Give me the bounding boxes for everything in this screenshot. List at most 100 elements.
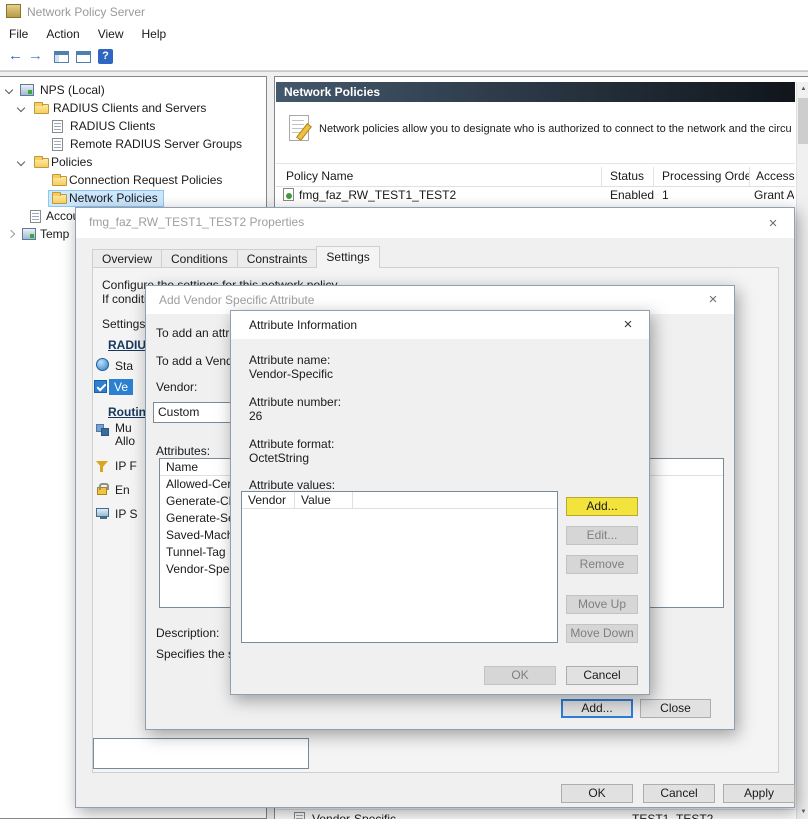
show-console-tree-button[interactable] — [54, 51, 69, 63]
help-button[interactable]: ? — [98, 49, 113, 64]
close-icon[interactable]: × — [620, 316, 636, 333]
cancel-button[interactable]: Cancel — [566, 666, 638, 685]
vendor-select-value: Custom — [158, 405, 199, 419]
tab-overview[interactable]: Overview — [92, 249, 162, 268]
chevron-right-icon[interactable] — [7, 230, 15, 238]
setting-value-cell: TEST1_TEST2 — [632, 812, 713, 819]
dialog-title: Attribute Information — [249, 318, 357, 332]
scroll-thumb[interactable] — [798, 98, 808, 144]
tree-item-policies[interactable]: Policies — [0, 154, 265, 172]
tree-item-connection-request-policies[interactable]: Connection Request Policies — [0, 172, 265, 190]
lock-icon — [97, 487, 107, 495]
tree-item-network-policies[interactable]: Network Policies — [0, 190, 265, 208]
column-header-policy-name[interactable]: Policy Name — [276, 167, 602, 186]
chevron-down-icon[interactable] — [17, 158, 25, 166]
close-icon[interactable]: × — [705, 291, 721, 308]
menu-item-help[interactable]: Help — [133, 27, 176, 41]
attribute-format-value: OctetString — [249, 451, 309, 465]
menu-item-action[interactable]: Action — [37, 27, 88, 41]
chevron-down-icon[interactable] — [5, 86, 13, 94]
close-icon[interactable]: × — [765, 215, 781, 232]
setting-name-cell: Vendor-Specific — [312, 812, 396, 819]
settings-item-vendor-specific[interactable]: Ve — [109, 379, 133, 395]
attribute-format-label: Attribute format: — [249, 437, 334, 451]
forward-button[interactable]: → — [28, 47, 43, 64]
folder-icon — [52, 194, 67, 204]
column-header-access-type[interactable]: Access Typ — [750, 167, 795, 186]
tree-item-label: Network Policies — [69, 191, 158, 205]
page-pencil-icon — [289, 115, 309, 141]
move-up-button[interactable]: Move Up — [566, 595, 638, 614]
dialog-title: Add Vendor Specific Attribute — [159, 293, 314, 307]
settings-item-standard[interactable]: Sta — [115, 359, 133, 373]
dialog-title: fmg_faz_RW_TEST1_TEST2 Properties — [89, 215, 304, 229]
attribute-values-label: Attribute values: — [249, 478, 335, 492]
network-icon — [96, 424, 109, 436]
console-window-button[interactable] — [76, 51, 91, 63]
ok-button[interactable]: OK — [484, 666, 556, 685]
add-button[interactable]: Add... — [561, 699, 633, 718]
computer-icon — [96, 508, 109, 517]
chevron-down-icon[interactable] — [17, 104, 25, 112]
settings-item-ip-filters[interactable]: IP F — [115, 459, 137, 473]
attribute-information-dialog: Attribute Information × Attribute name: … — [230, 310, 650, 695]
funnel-icon — [96, 461, 108, 468]
tree-item-label: NPS (Local) — [40, 83, 105, 97]
network-policy-server-window: Network Policy Server File Action View H… — [0, 0, 808, 819]
menubar: File Action View Help — [0, 24, 808, 44]
policy-row[interactable]: fmg_faz_RW_TEST1_TEST2 Enabled 1 Grant A… — [276, 186, 795, 204]
edit-button[interactable]: Edit... — [566, 526, 638, 545]
vertical-scrollbar[interactable]: ▲ ▼ — [796, 82, 808, 819]
vendor-label: Vendor: — [156, 380, 197, 394]
tree-item-radius-clients[interactable]: RADIUS Clients — [0, 118, 265, 136]
tab-settings[interactable]: Settings — [316, 246, 379, 268]
column-header-status[interactable]: Status — [602, 167, 654, 186]
remove-button[interactable]: Remove — [566, 555, 638, 574]
settings-list-label: Settings: — [102, 317, 149, 331]
attribute-name-label: Attribute name: — [249, 353, 330, 367]
settings-item-multilink-line1[interactable]: Mu — [115, 421, 132, 435]
tab-bar: Overview Conditions Constraints Settings — [92, 246, 379, 268]
tree-item-nps-local[interactable]: NPS (Local) — [0, 82, 265, 100]
policy-access-cell: Grant Acces — [754, 188, 794, 202]
tree-item-label: Temp — [40, 227, 69, 241]
close-button[interactable]: Close — [640, 699, 711, 718]
dialog-titlebar[interactable]: Attribute Information × — [231, 311, 649, 339]
section-header-network-policies: Network Policies — [276, 82, 795, 102]
tree-item-label: RADIUS Clients — [70, 119, 155, 133]
folder-icon — [34, 104, 49, 114]
tab-constraints[interactable]: Constraints — [237, 249, 318, 268]
tree-item-label: Policies — [51, 155, 92, 169]
app-icon — [6, 4, 21, 18]
tab-conditions[interactable]: Conditions — [161, 249, 238, 268]
folder-icon — [34, 158, 49, 168]
back-button[interactable]: ← — [8, 47, 23, 64]
move-down-button[interactable]: Move Down — [566, 624, 638, 643]
scroll-down-button[interactable]: ▼ — [797, 805, 808, 819]
attribute-values-table[interactable]: Vendor Value — [241, 491, 558, 643]
vendor-column-header[interactable]: Vendor — [242, 492, 295, 508]
cancel-button[interactable]: Cancel — [643, 784, 715, 803]
tree-item-remote-radius-server-groups[interactable]: Remote RADIUS Server Groups — [0, 136, 265, 154]
description-label: Description: — [156, 626, 219, 640]
add-button[interactable]: Add... — [566, 497, 638, 516]
document-icon — [30, 210, 41, 223]
settings-item-ip-settings[interactable]: IP S — [115, 507, 137, 521]
scroll-up-button[interactable]: ▲ — [797, 82, 808, 97]
tree-item-radius-clients-and-servers[interactable]: RADIUS Clients and Servers — [0, 100, 265, 118]
policy-status-cell: Enabled — [610, 188, 654, 202]
menu-item-file[interactable]: File — [0, 27, 37, 41]
attribute-number-label: Attribute number: — [249, 395, 341, 409]
menu-item-view[interactable]: View — [89, 27, 133, 41]
settings-item-multilink-line2: Allo — [115, 434, 135, 448]
tree-item-label: Connection Request Policies — [69, 173, 222, 187]
settings-item-encryption[interactable]: En — [115, 483, 130, 497]
value-column-header[interactable]: Value — [295, 492, 353, 508]
settings-detail-row[interactable]: Vendor-Specific TEST1_TEST2 — [276, 809, 795, 819]
dialog-titlebar[interactable]: fmg_faz_RW_TEST1_TEST2 Properties × — [76, 208, 794, 238]
globe-icon — [96, 358, 109, 371]
ok-button[interactable]: OK — [561, 784, 633, 803]
column-header-processing-order[interactable]: Processing Order — [654, 167, 750, 186]
window-titlebar[interactable]: Network Policy Server — [0, 0, 808, 24]
apply-button[interactable]: Apply — [723, 784, 795, 803]
